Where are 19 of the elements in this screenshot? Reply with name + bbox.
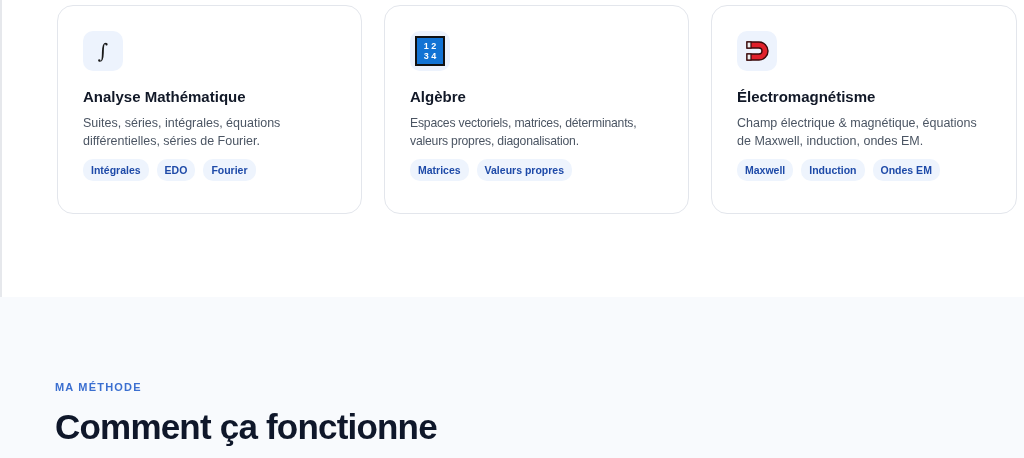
integral-icon: ∫ xyxy=(83,31,123,71)
topic-tag: Intégrales xyxy=(83,159,149,181)
topic-tag: Ondes EM xyxy=(872,159,940,181)
card-description: Suites, séries, intégrales, équations différentielles, séries de Fourier. xyxy=(83,115,282,150)
topic-tag: Valeurs propres xyxy=(476,159,572,181)
topic-tag: Maxwell xyxy=(737,159,794,181)
card-title: Analyse Mathématique xyxy=(83,88,247,105)
topic-tag: Matrices xyxy=(410,159,469,181)
topic-tag: EDO xyxy=(156,159,196,181)
card-description: Espaces vectoriels, matrices, déterminants, valeurs propres, diagonalisation. xyxy=(410,115,638,150)
topic-tag: Induction xyxy=(801,159,865,181)
card-title: Électromagnétisme xyxy=(737,88,877,105)
card-description: Champ électrique & magnétique, équations de Maxwell, induction, ondes EM. xyxy=(737,115,977,150)
section-eyebrow: MA MÉTHODE xyxy=(55,381,143,393)
topic-tag: Fourier xyxy=(203,159,256,181)
magnet-icon xyxy=(737,31,777,71)
matrix-icon: 1 2 3 4 xyxy=(410,31,450,71)
section-heading: Comment ça fonctionne xyxy=(55,407,438,447)
card-title: Algèbre xyxy=(410,88,467,105)
